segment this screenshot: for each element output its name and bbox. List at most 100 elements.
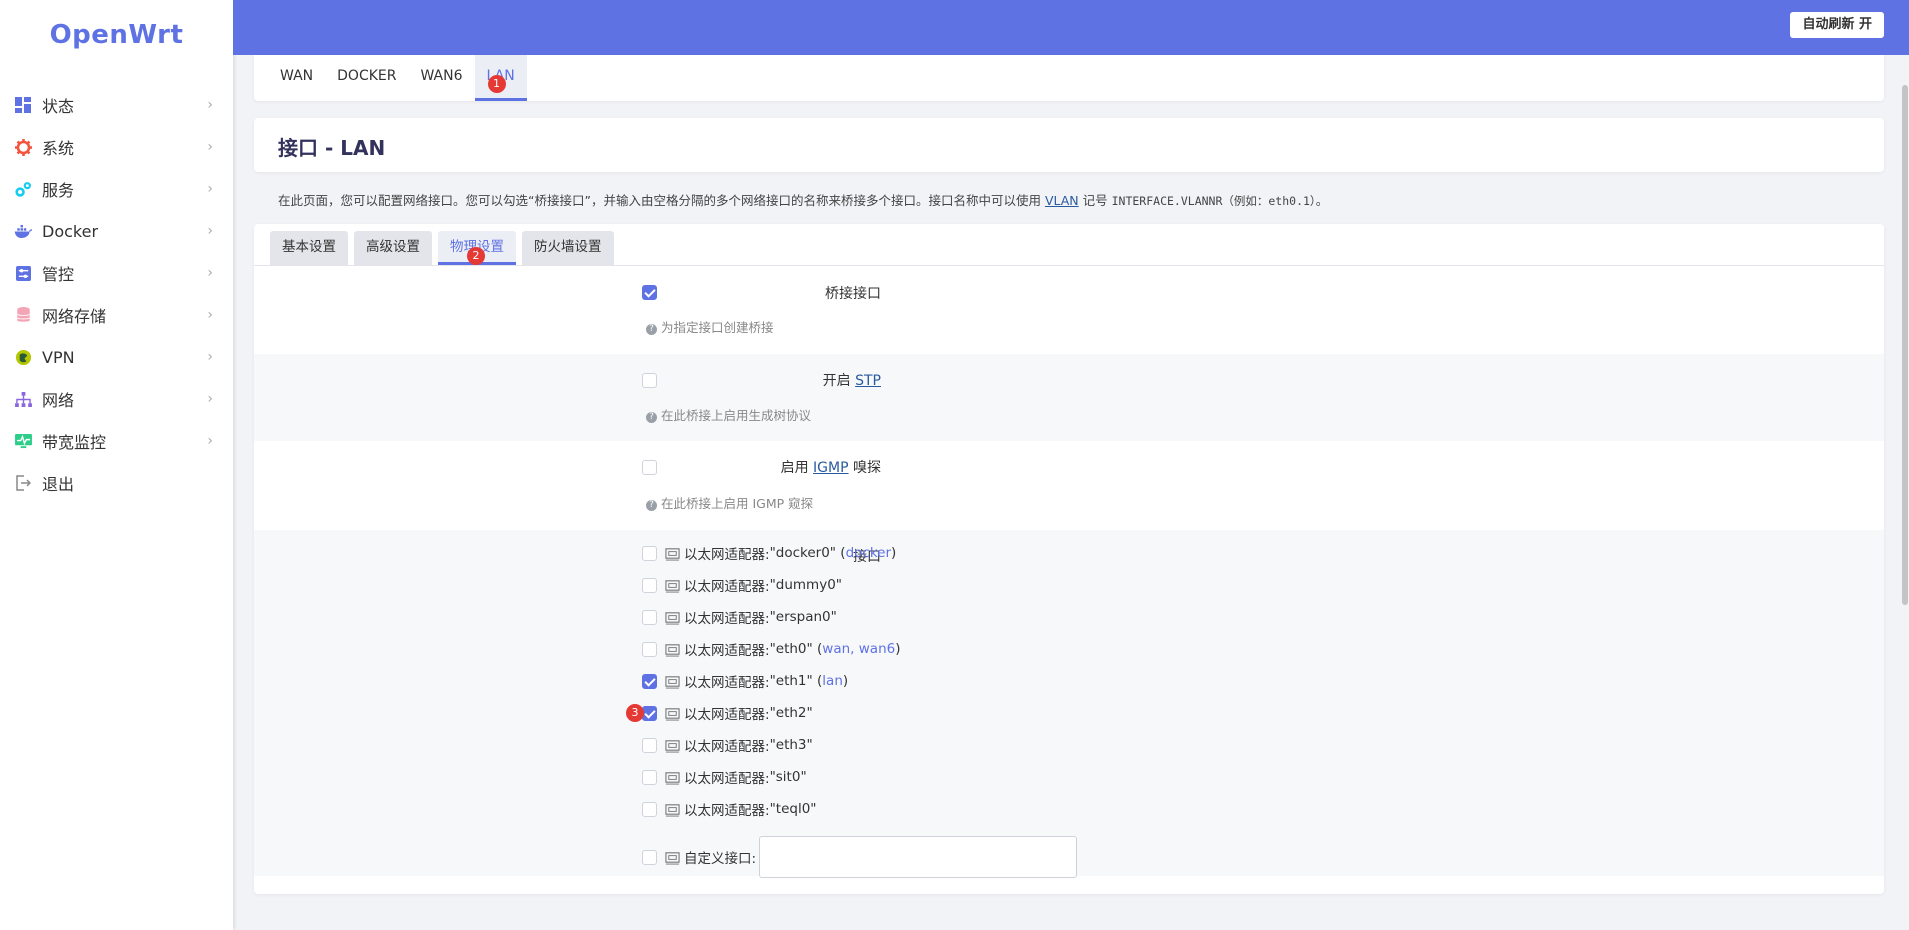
tab-wan6[interactable]: WAN6 <box>408 55 474 101</box>
tab-lan[interactable]: LAN 1 <box>474 55 527 101</box>
sliders-icon <box>14 264 32 282</box>
chevron-right-icon: › <box>207 349 213 365</box>
interface-networks[interactable]: docker <box>846 545 891 561</box>
label-text: 嗅探 <box>848 460 881 476</box>
interface-networks[interactable]: lan <box>822 673 843 689</box>
adapter-prefix: 以太网适配器: <box>684 803 770 819</box>
adapter-prefix: 以太网适配器: <box>684 707 770 723</box>
sidebar-item-label: 退出 <box>42 475 75 494</box>
chevron-right-icon: › <box>207 223 213 239</box>
hint-text: 在此桥接上启用 IGMP 窥探 <box>661 496 814 511</box>
sidebar: OpenWrt 状态 › 系统 › 服务 › Docker › 管控 › 网络存… <box>0 0 233 930</box>
interface-checkbox[interactable] <box>642 737 657 753</box>
interface-name: "eth3" <box>769 737 813 753</box>
tab-physical-settings[interactable]: 物理设置 2 <box>438 231 516 265</box>
interfaces-row: 接口 以太网适配器: "docker0" (docker) 以太网适配器: "du… <box>254 530 1884 878</box>
label-text: 开启 <box>822 373 856 389</box>
interface-checkbox[interactable] <box>642 673 657 689</box>
adapter-prefix: 以太网适配器: <box>684 771 770 787</box>
step-badge-2: 2 <box>467 247 485 265</box>
interface-checkbox[interactable] <box>642 609 657 625</box>
hint-text: 为指定接口创建桥接 <box>661 320 774 335</box>
scrollbar-thumb[interactable] <box>1902 85 1908 605</box>
igmp-checkbox[interactable] <box>642 460 657 475</box>
interface-name: "eth2" <box>769 705 813 721</box>
tab-firewall-settings[interactable]: 防火墙设置 <box>522 231 614 265</box>
brand-logo[interactable]: OpenWrt <box>0 20 233 50</box>
description-text: 。 <box>1315 193 1329 208</box>
description-text: 在此页面，您可以配置网络接口。您可以勾选“桥接接口”，并输入由空格分隔的多个网络… <box>278 193 1045 208</box>
chevron-right-icon: › <box>207 97 213 113</box>
custom-interface-checkbox[interactable] <box>642 849 657 865</box>
sidebar-item-docker[interactable]: Docker › <box>0 210 233 252</box>
chevron-right-icon: › <box>207 139 213 155</box>
adapter-prefix: 以太网适配器: <box>684 739 770 755</box>
sidebar-item-control[interactable]: 管控 › <box>0 252 233 294</box>
vlan-link[interactable]: VLAN <box>1045 193 1079 208</box>
sidebar-item-network[interactable]: 网络 › <box>0 378 233 420</box>
interface-checkbox[interactable] <box>642 705 657 721</box>
tab-advanced-settings[interactable]: 高级设置 <box>354 231 432 265</box>
top-header: 自动刷新 开 <box>233 0 1909 55</box>
description-code: INTERFACE.VLANNR（例如：eth0.1） <box>1111 194 1316 208</box>
interface-checkbox[interactable] <box>642 801 657 817</box>
chevron-right-icon: › <box>207 433 213 449</box>
docker-icon <box>14 222 32 240</box>
help-icon: ? <box>646 500 657 511</box>
bridge-checkbox[interactable] <box>642 285 657 300</box>
tab-basic-settings[interactable]: 基本设置 <box>270 231 348 265</box>
sidebar-item-label: 系统 <box>42 139 75 158</box>
interface-checkbox[interactable] <box>642 545 657 561</box>
tab-docker[interactable]: DOCKER <box>325 55 408 101</box>
interface-option: 以太网适配器: "dummy0" <box>642 575 842 595</box>
interface-name: "teql0" <box>769 801 817 817</box>
sidebar-item-bandwidth[interactable]: 带宽监控 › <box>0 420 233 462</box>
interface-option: 以太网适配器: "docker0" (docker) <box>642 543 896 563</box>
hint-text: 在此桥接上启用生成树协议 <box>661 408 812 423</box>
ethernet-icon <box>665 707 680 721</box>
sidebar-menu: 状态 › 系统 › 服务 › Docker › 管控 › 网络存储 › VPN … <box>0 84 233 504</box>
interface-option: 以太网适配器: "erspan0" <box>642 607 837 627</box>
interface-option: 以太网适配器: "eth3" <box>642 735 813 755</box>
auto-refresh-button[interactable]: 自动刷新 开 <box>1790 12 1884 38</box>
sidebar-item-logout[interactable]: 退出 <box>0 462 233 504</box>
page-scrollbar[interactable] <box>1901 55 1909 930</box>
interface-name: "eth0" <box>769 641 813 657</box>
interface-name: "dummy0" <box>769 577 842 593</box>
tab-wan[interactable]: WAN <box>268 55 325 101</box>
sidebar-item-label: 状态 <box>42 97 75 116</box>
physical-settings-form: 基本设置 高级设置 物理设置 2 防火墙设置 桥接接口 ? 为指定接口创建桥接 开… <box>254 224 1884 894</box>
interface-checkbox[interactable] <box>642 641 657 657</box>
ethernet-icon <box>665 611 680 625</box>
sidebar-item-nas[interactable]: 网络存储 › <box>0 294 233 336</box>
sidebar-item-services[interactable]: 服务 › <box>0 168 233 210</box>
igmp-hint: ? 在此桥接上启用 IGMP 窥探 <box>646 493 813 512</box>
adapter-prefix: 以太网适配器: <box>684 611 770 627</box>
igmp-abbr: IGMP <box>813 460 849 476</box>
adapter-prefix: 以太网适配器: <box>684 579 770 595</box>
sidebar-item-status[interactable]: 状态 › <box>0 84 233 126</box>
ethernet-icon <box>665 675 680 689</box>
sidebar-item-label: 带宽监控 <box>42 433 107 452</box>
interface-tabs: WAN DOCKER WAN6 LAN 1 <box>254 55 1884 101</box>
sidebar-item-label: 服务 <box>42 181 75 200</box>
stp-hint: ? 在此桥接上启用生成树协议 <box>646 405 811 424</box>
interface-name: "erspan0" <box>769 609 837 625</box>
step-badge-3: 3 <box>626 704 644 722</box>
description-text: 记号 <box>1078 193 1112 208</box>
ethernet-icon <box>665 739 680 753</box>
sidebar-item-vpn[interactable]: VPN › <box>0 336 233 378</box>
interface-checkbox[interactable] <box>642 577 657 593</box>
sidebar-item-label: 网络 <box>42 391 75 410</box>
interface-option: 以太网适配器: "eth0" (wan, wan6) <box>642 639 901 659</box>
sidebar-item-label: VPN <box>42 347 75 367</box>
chevron-right-icon: › <box>207 391 213 407</box>
stp-checkbox[interactable] <box>642 373 657 388</box>
interface-option: 以太网适配器: "sit0" <box>642 767 807 787</box>
custom-interface-input[interactable] <box>759 836 1078 878</box>
sidebar-item-system[interactable]: 系统 › <box>0 126 233 168</box>
interface-checkbox[interactable] <box>642 769 657 785</box>
step-badge-1: 1 <box>487 75 506 93</box>
interface-networks[interactable]: wan, wan6 <box>822 641 895 657</box>
chevron-right-icon: › <box>207 265 213 281</box>
